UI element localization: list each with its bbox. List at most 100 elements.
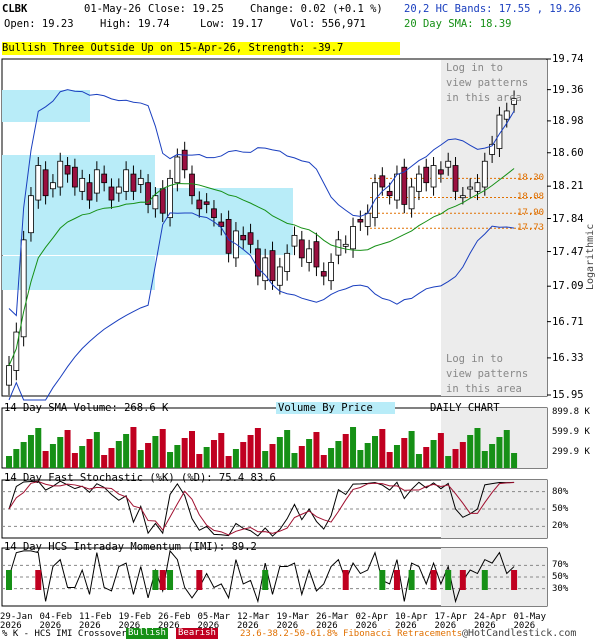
legend-bullish: Bullish [126,628,168,639]
candle-body [42,169,49,197]
candle-body [152,195,159,210]
volume-bar [181,438,188,468]
crossover-marker [167,570,174,590]
candle-body [86,182,93,201]
volume-bar [254,428,261,468]
candle-body [35,165,42,201]
volume-bar [489,444,496,468]
crossover-marker [481,570,488,590]
price-tick-label: 18.60 [552,146,584,159]
candle-body [350,226,356,250]
volume-bar [13,449,20,468]
volume-bar [459,442,466,468]
candle-body [108,186,115,201]
candle-body [452,165,459,192]
volume-bar [408,431,415,468]
crossover-marker [342,570,349,590]
candle-body [320,271,327,277]
candle-body [423,166,430,184]
candle-body [79,177,86,192]
candle-body [394,173,400,201]
candle-body [298,239,305,259]
volume-bar [93,432,100,468]
volume-bar [86,439,93,468]
volume-bar [298,446,305,468]
volume-bar [145,443,152,468]
candle-body [247,232,254,245]
volume-bar [115,441,122,468]
crossover-marker [445,570,452,590]
crossover-marker [35,570,42,590]
volume-bar [342,434,349,468]
volume-bar [101,455,108,468]
candle-body [211,208,217,219]
volume-bar [27,435,34,468]
volume-bar [496,437,503,468]
candle-body [481,160,488,188]
login-overlay-bottom[interactable]: Log in to view patterns in this area [446,352,546,397]
price-tick-label: 18.98 [552,114,584,127]
candle-body [416,173,422,192]
volume-bar [306,439,313,468]
candle-body [437,169,444,175]
sma-volume-label: 14 Day SMA Volume: 268.6 K [4,402,169,414]
candle-body [276,266,283,286]
volume-bar [189,431,195,468]
price-tick-label: 15.95 [552,389,584,401]
candle-body [93,169,100,194]
candle-body [123,169,130,192]
volume-bar [313,432,320,468]
volume-bar [379,429,386,468]
volume-bar [269,444,276,468]
fibonacci-label: 17.73 [517,223,545,234]
volume-bar [452,449,459,468]
login-line: Log in to [446,353,503,365]
imi-tick-label: 70% [552,560,569,571]
volume-bar [481,451,488,468]
volume-bar [71,453,78,468]
candle-body [386,190,393,197]
candle-body [240,234,247,241]
candle-body [159,188,166,214]
volume-bar [64,430,71,468]
volume-bar [262,451,269,468]
stochastic-tick-label: 20% [552,521,569,532]
stochastic-tick-label: 80% [552,486,569,497]
candle-body [445,160,452,168]
price-tick-label: 16.33 [552,351,584,364]
login-line: view patterns [446,368,529,380]
candle-body [189,173,195,197]
volume-bar [79,446,86,468]
login-overlay-top[interactable]: Log in to view patterns in this area [446,61,546,106]
volume-bar [511,453,518,468]
volume-bar [240,442,247,468]
crossover-marker [159,570,166,590]
candle-body [269,250,276,282]
crossover-marker [379,570,386,590]
candle-body [379,175,386,188]
login-line: view patterns [446,77,529,89]
volume-bar [437,433,444,468]
candle-body [459,195,466,199]
daily-chart-label: DAILY CHART [430,402,500,414]
volume-bar [49,444,56,468]
candle-body [364,212,371,227]
volume-bar [415,454,422,468]
login-line: in this area [446,383,522,395]
price-tick-label: 19.36 [552,83,584,96]
volume-bar [328,448,335,468]
crossover-marker [430,570,437,590]
candle-body [167,177,173,219]
crossover-marker [152,570,159,590]
candle-body [130,173,137,192]
candle-body [57,160,64,188]
candle-body [145,182,151,205]
volume-bar [35,428,42,468]
volume-tick-label: 599.9 K [552,427,590,437]
volume-bar [232,449,239,468]
legend-fibonacci: 23.6-38.2-50-61.8% Fibonacci Retracement… [240,629,463,639]
candle-body [115,186,122,194]
candle-body [6,365,12,386]
volume-bar [247,435,254,468]
volume-bar [357,450,364,468]
